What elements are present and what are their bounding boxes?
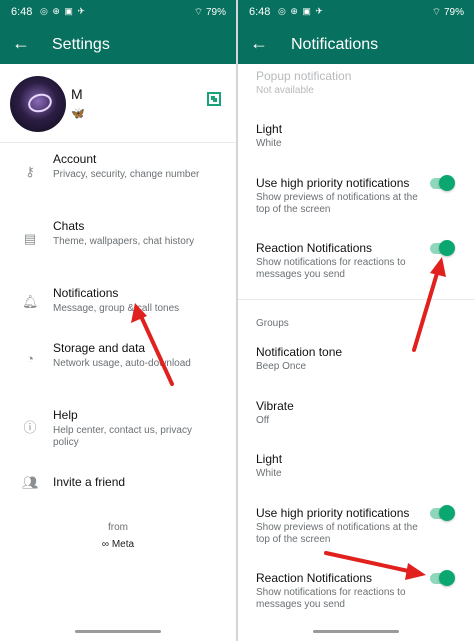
settings-item-subtitle: Message, group & call tones: [53, 303, 180, 314]
status-time: 6:48: [11, 6, 33, 18]
profile-name: M: [71, 86, 83, 102]
message-light-item[interactable]: Light White: [238, 122, 474, 152]
status-icons: ◎ ⊕ ▣ ✈: [40, 6, 86, 16]
item-title: Reaction Notifications: [256, 241, 373, 255]
group-reaction-toggle[interactable]: [430, 570, 455, 586]
battery-text: 79%: [205, 7, 226, 18]
settings-item-help[interactable]: ⓘ Help Help center, contact us, privacy …: [0, 408, 236, 458]
key-icon: ⚷: [25, 164, 35, 179]
item-subtitle: White: [256, 138, 282, 149]
status-bar: 6:48 ◎ ⊕ ▣ ✈ ⌔ 79%: [0, 0, 236, 24]
chat-icon: ▤: [23, 231, 37, 246]
item-subtitle: Show notifications for reactions to mess…: [256, 587, 406, 610]
settings-screen: 6:48 ◎ ⊕ ▣ ✈ ⌔ 79% ← Settings M 🦋 ⚷ Acco…: [0, 0, 236, 641]
group-tone-item[interactable]: Notification tone Beep Once: [238, 345, 474, 375]
item-title: Use high priority notifications: [256, 176, 410, 190]
footer-from: from: [108, 522, 128, 533]
settings-item-account[interactable]: ⚷ Account Privacy, security, change numb…: [0, 152, 236, 202]
qr-code-icon[interactable]: [207, 92, 221, 106]
settings-item-notifications[interactable]: 🔔︎ Notifications Message, group & call t…: [0, 286, 236, 326]
notifications-screen: 6:48 ◎ ⊕ ▣ ✈ ⌔ 79% ← Notifications Popup…: [238, 0, 474, 641]
settings-item-subtitle: Theme, wallpapers, chat history: [53, 236, 195, 247]
back-arrow-icon[interactable]: ←: [12, 33, 30, 54]
group-vibrate-item[interactable]: Vibrate Off: [238, 399, 474, 429]
app-bar: ← Notifications: [238, 24, 474, 64]
divider: [238, 299, 474, 300]
meta-logo: ∞ Meta: [101, 539, 135, 550]
item-subtitle: Beep Once: [256, 361, 307, 372]
settings-item-chats[interactable]: ▤ Chats Theme, wallpapers, chat history: [0, 219, 236, 269]
group-light-item[interactable]: Light White: [238, 452, 474, 482]
item-title: Reaction Notifications: [256, 571, 373, 585]
settings-item-storage[interactable]: ◔ Storage and data Network usage, auto-d…: [0, 341, 236, 391]
wifi-icon: ⌔: [193, 7, 204, 18]
storage-icon: ◔: [26, 351, 34, 366]
item-subtitle: Not available: [256, 85, 314, 96]
item-title: Vibrate: [256, 399, 294, 413]
section-header-groups: Groups: [256, 318, 289, 329]
item-subtitle: Show previews of notifications at the to…: [256, 192, 418, 215]
item-subtitle: Off: [256, 415, 270, 426]
item-title: Use high priority notifications: [256, 506, 410, 520]
status-right: ⌔ 79%: [194, 6, 226, 19]
profile-row[interactable]: M 🦋: [0, 64, 236, 142]
avatar[interactable]: [10, 76, 66, 132]
item-title: Light: [256, 122, 283, 136]
settings-item-title: Notifications: [53, 286, 119, 300]
settings-item-title: Invite a friend: [53, 475, 126, 489]
settings-item-title: Storage and data: [53, 341, 146, 355]
item-subtitle: Show previews of notifications at the to…: [256, 522, 418, 545]
wifi-icon: ⌔: [431, 7, 442, 18]
item-subtitle: White: [256, 468, 282, 479]
high-priority-toggle[interactable]: [430, 175, 455, 191]
settings-item-title: Chats: [53, 219, 85, 233]
gesture-bar: [75, 630, 161, 633]
reaction-toggle[interactable]: [430, 240, 455, 256]
back-arrow-icon[interactable]: ←: [250, 33, 268, 54]
divider: [0, 142, 236, 143]
status-icons: ◎ ⊕ ▣ ✈: [278, 6, 324, 16]
gesture-bar: [313, 630, 399, 633]
item-subtitle: Show notifications for reactions to mess…: [256, 257, 406, 280]
profile-about: 🦋: [71, 108, 85, 120]
item-title: Light: [256, 452, 283, 466]
item-title: Notification tone: [256, 345, 343, 359]
bell-icon: 🔔︎: [22, 294, 39, 309]
status-right: ⌔ 79%: [432, 6, 464, 19]
people-icon: 👥︎: [22, 475, 39, 490]
status-bar: 6:48 ◎ ⊕ ▣ ✈ ⌔ 79%: [238, 0, 474, 24]
app-bar: ← Settings: [0, 24, 236, 64]
status-time: 6:48: [249, 6, 271, 18]
settings-item-title: Account: [53, 152, 97, 166]
popup-notification-item: Popup notification Not available: [238, 69, 474, 99]
settings-item-subtitle: Privacy, security, change number: [53, 169, 200, 180]
page-title: Notifications: [291, 36, 379, 53]
settings-item-subtitle: Network usage, auto-download: [53, 358, 191, 369]
settings-item-invite[interactable]: 👥︎ Invite a friend: [0, 475, 236, 495]
battery-text: 79%: [443, 7, 464, 18]
settings-item-title: Help: [53, 408, 78, 422]
help-icon: ⓘ: [23, 420, 37, 435]
settings-item-subtitle: Help center, contact us, privacy policy: [53, 425, 192, 448]
item-title: Popup notification: [256, 69, 352, 83]
group-high-priority-toggle[interactable]: [430, 505, 455, 521]
page-title: Settings: [52, 36, 110, 53]
